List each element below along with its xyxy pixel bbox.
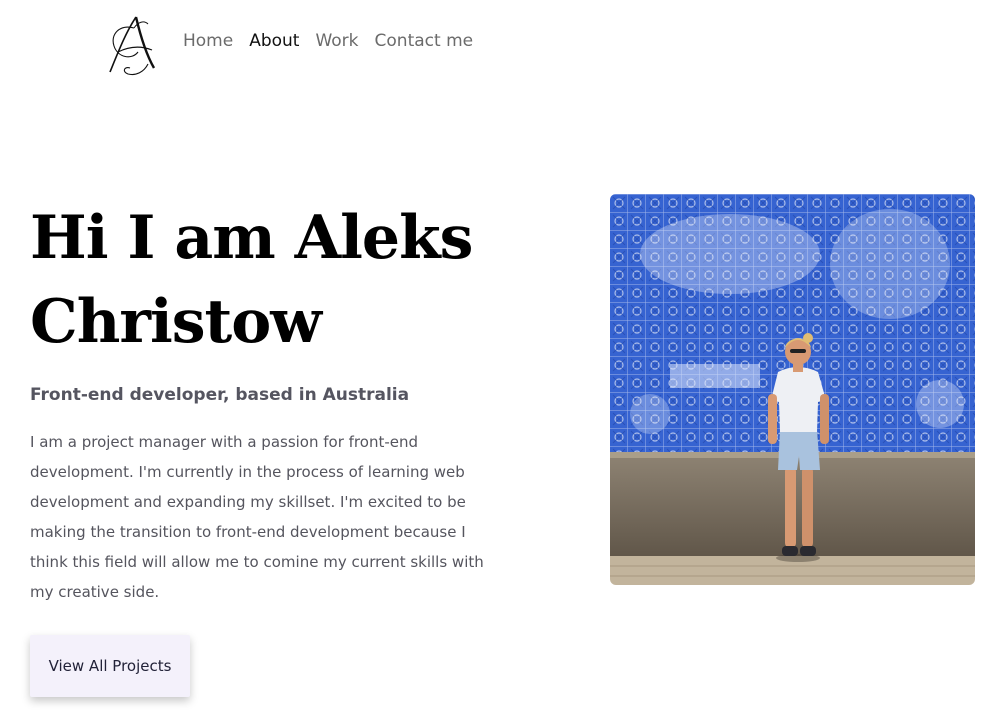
nav-link-work[interactable]: Work bbox=[315, 29, 358, 53]
hero-bio: I am a project manager with a passion fo… bbox=[30, 433, 484, 601]
monogram-logo-icon[interactable] bbox=[104, 14, 162, 78]
page: Home About Work Contact me Hi I am Aleks… bbox=[0, 0, 989, 717]
nav-link-home[interactable]: Home bbox=[183, 29, 233, 53]
hero-subtitle: Front-end developer, based in Australia bbox=[30, 385, 410, 405]
main-nav: Home About Work Contact me bbox=[183, 29, 473, 53]
hero-title-line2: Christow bbox=[30, 287, 322, 357]
nav-link-about[interactable]: About bbox=[249, 29, 299, 53]
hero-title: Hi I am Aleks Christow bbox=[30, 196, 570, 364]
hero-title-line1: Hi I am Aleks bbox=[30, 203, 473, 273]
nav-link-contact[interactable]: Contact me bbox=[375, 29, 474, 53]
portrait-photo bbox=[610, 194, 975, 585]
view-all-projects-button[interactable]: View All Projects bbox=[30, 635, 190, 697]
